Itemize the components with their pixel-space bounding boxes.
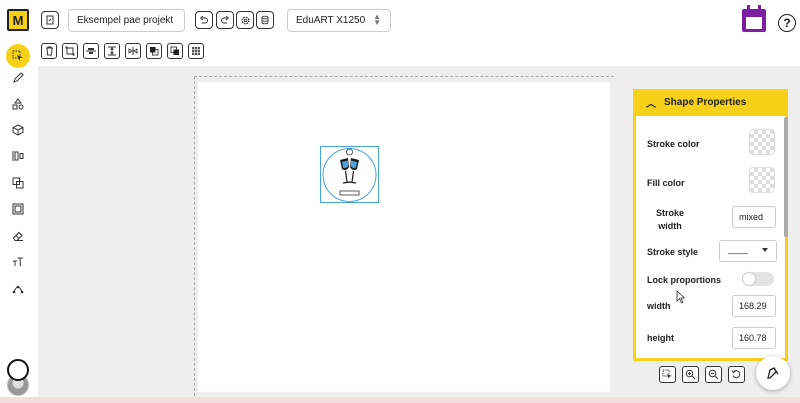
lock-proportions-toggle[interactable] [742, 272, 774, 286]
stroke-style-select[interactable]: ____ [719, 240, 777, 262]
edit-toolbar [38, 40, 800, 66]
redo-icon[interactable] [216, 11, 234, 29]
panel-title: Shape Properties [664, 97, 747, 108]
app-logo[interactable]: M [7, 9, 29, 31]
group-icon[interactable] [62, 43, 78, 59]
height-label: height [647, 333, 674, 343]
select-all-icon[interactable] [659, 366, 676, 383]
stroke-width-input[interactable]: mixed [732, 206, 776, 228]
zoom-out-icon[interactable] [705, 366, 722, 383]
help-label: ? [783, 16, 791, 30]
stroke-width-label: Stroke width [655, 208, 684, 231]
stroke-style-label: Stroke style [647, 247, 699, 257]
align-center-v-icon[interactable] [104, 43, 120, 59]
fill-color-label: Fill color [647, 178, 685, 188]
grid-icon[interactable] [188, 43, 204, 59]
pen-icon[interactable] [8, 68, 28, 88]
machine-select[interactable]: EduART X1250 ▲ ▼ [287, 9, 391, 32]
updown-chevron-icon: ▲ ▼ [373, 12, 381, 27]
align-icon[interactable] [8, 146, 28, 166]
toast-glasses-artwork [322, 148, 377, 202]
zoom-in-icon[interactable] [682, 366, 699, 383]
database-icon[interactable] [256, 11, 274, 29]
mouse-cursor-icon [676, 290, 686, 304]
top-bar: M Eksempel pae projekt EduART X1250 ▲ ▼ ? [0, 0, 800, 40]
undo-icon[interactable] [195, 11, 213, 29]
lock-proportions-label: Lock proportions [647, 275, 721, 285]
height-input[interactable]: 160.78 [732, 327, 776, 349]
fill-color-swatch[interactable] [749, 167, 775, 193]
panel-scrollbar[interactable] [784, 117, 788, 237]
shape-properties-panel: ︿ Shape Properties Stroke color Fill col… [633, 89, 788, 361]
machine-select-value: EduART X1250 [296, 15, 366, 26]
flip-h-icon[interactable] [125, 43, 141, 59]
caret-down-icon [762, 248, 768, 252]
select-icon[interactable] [6, 44, 30, 68]
width-label: width [647, 301, 671, 311]
ruler-left [194, 76, 195, 396]
node-icon[interactable] [8, 278, 28, 298]
calendar-icon[interactable] [741, 5, 767, 33]
width-input[interactable]: 168.29 [732, 295, 776, 317]
stroke-style-value: ____ [728, 244, 749, 254]
tool-sidebar [0, 40, 38, 403]
send-back-icon[interactable] [167, 43, 183, 59]
stroke-color-swatch[interactable] [749, 129, 775, 155]
document-icon[interactable] [41, 11, 59, 29]
ruler-top [194, 76, 614, 77]
color-picker-circle[interactable] [7, 359, 29, 381]
panel-header[interactable]: ︿ Shape Properties [636, 89, 785, 116]
panel-toggle-icon[interactable] [756, 356, 790, 390]
shapes-icon[interactable] [8, 94, 28, 114]
selected-shape[interactable] [320, 146, 379, 203]
frame-icon[interactable] [8, 199, 28, 219]
artboard[interactable] [198, 82, 610, 392]
settings-icon[interactable] [236, 11, 254, 29]
chevron-up-icon[interactable]: ︿ [646, 95, 656, 110]
stroke-color-label: Stroke color [647, 139, 700, 149]
text-icon[interactable] [8, 252, 28, 272]
boolean-icon[interactable] [8, 173, 28, 193]
delete-icon[interactable] [41, 43, 57, 59]
cube-icon[interactable] [8, 120, 28, 140]
align-center-h-icon[interactable] [83, 43, 99, 59]
bottom-strip [0, 397, 800, 403]
logo-text: M [12, 12, 24, 28]
reset-view-icon[interactable] [728, 366, 745, 383]
bring-front-icon[interactable] [146, 43, 162, 59]
help-icon[interactable]: ? [778, 14, 796, 32]
project-name-field[interactable]: Eksempel pae projekt [68, 9, 185, 32]
eraser-icon[interactable] [8, 226, 28, 246]
